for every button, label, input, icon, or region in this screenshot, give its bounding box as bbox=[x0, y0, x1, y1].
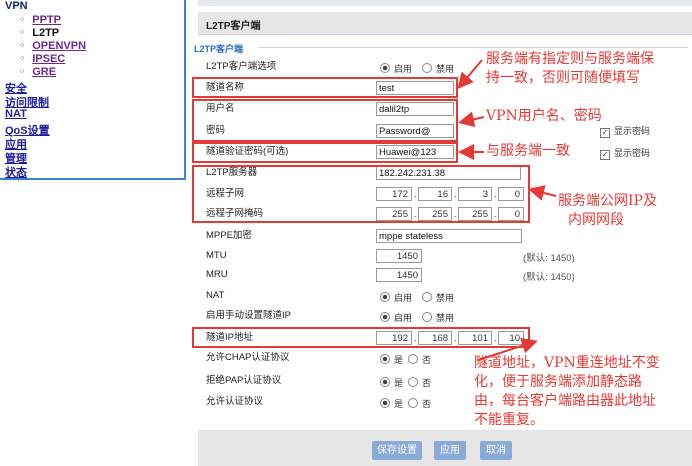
nav-group-status[interactable]: 状态 bbox=[5, 164, 27, 180]
client-disable-text: 禁用 bbox=[436, 64, 455, 74]
client-disable-radio[interactable]: 禁用 bbox=[422, 62, 454, 75]
mtu-input[interactable]: 1450 bbox=[376, 249, 422, 263]
save-button[interactable]: 保存设置 bbox=[372, 441, 422, 460]
note-server-match: 服务端有指定则与服务端保 持一致，否则可随便填写 bbox=[486, 50, 654, 88]
nav-item-pptp[interactable]: PPTP bbox=[20, 13, 86, 26]
highlight-tunnel-name bbox=[192, 77, 458, 98]
nav-group-nat[interactable]: NAT bbox=[5, 108, 27, 120]
auth-yes-radio[interactable]: 是 bbox=[380, 397, 403, 410]
nav-link-l2tp[interactable]: L2TP bbox=[32, 27, 59, 39]
nav-item-openvpn[interactable]: OPENVPN bbox=[20, 39, 86, 52]
show-password-text: 显示密码 bbox=[614, 126, 651, 136]
mtu-label: MTU bbox=[206, 250, 227, 261]
pap-no-text: 否 bbox=[422, 378, 432, 388]
client-enable-radio[interactable]: 启用 bbox=[380, 62, 412, 75]
chap-label: 允许CHAP认证协议 bbox=[206, 352, 290, 363]
note-tunnel-addr: 隧道地址，VPN重连地址不变 化，便于服务端添加静态路 由，每台客户端路由器此地… bbox=[474, 354, 660, 430]
nat-disable-text: 禁用 bbox=[436, 293, 455, 303]
nat-enable-radio[interactable]: 启用 bbox=[380, 291, 412, 304]
manual-ip-disable-radio[interactable]: 禁用 bbox=[422, 311, 454, 324]
note-tunnel-addr-line-4: 不能重复。 bbox=[474, 412, 544, 428]
mtu-default-hint: (默认: 1450) bbox=[523, 253, 575, 264]
auth-yes-text: 是 bbox=[394, 399, 404, 409]
show-tunnel-password-checkbox[interactable]: ✓ 显示密码 bbox=[600, 146, 650, 160]
nav-item-l2tp[interactable]: L2TP bbox=[20, 26, 86, 39]
pap-yes-text: 是 bbox=[394, 378, 404, 388]
show-tunnel-password-text: 显示密码 bbox=[614, 148, 651, 158]
top-bar bbox=[198, 0, 692, 6]
manual-ip-label: 启用手动设置隧道IP bbox=[206, 310, 291, 321]
auth-no-radio[interactable]: 否 bbox=[408, 397, 431, 410]
chap-yes-radio[interactable]: 是 bbox=[380, 353, 403, 366]
section-title: L2TP客户端 bbox=[194, 44, 244, 54]
chap-no-radio[interactable]: 否 bbox=[408, 353, 431, 366]
nav-link-nat[interactable]: NAT bbox=[5, 108, 27, 120]
client-option-label: L2TP客户端选项 bbox=[206, 61, 277, 72]
nav-link-openvpn[interactable]: OPENVPN bbox=[32, 40, 86, 52]
note-server-match-line-1: 服务端有指定则与服务端保 bbox=[486, 51, 654, 67]
auth-no-text: 否 bbox=[422, 399, 432, 409]
vpn-submenu: PPTP L2TP OPENVPN IPSEC GRE bbox=[20, 13, 86, 78]
client-enable-text: 启用 bbox=[394, 64, 413, 74]
highlight-credentials bbox=[192, 99, 458, 142]
pap-yes-radio[interactable]: 是 bbox=[380, 376, 403, 389]
mppe-input[interactable]: mppe stateless bbox=[376, 229, 522, 243]
manual-ip-disable-text: 禁用 bbox=[436, 313, 455, 323]
chap-no-text: 否 bbox=[422, 355, 432, 365]
mru-label: MRU bbox=[206, 269, 228, 280]
cancel-button[interactable]: 取消 bbox=[480, 441, 512, 460]
note-public-ip-line-1: 服务端公网IP及 bbox=[558, 193, 657, 209]
highlight-server-subnet bbox=[192, 165, 530, 223]
note-tunnel-addr-line-3: 由，每台客户端路由器此地址 bbox=[474, 393, 656, 409]
nav-item-gre[interactable]: GRE bbox=[20, 65, 86, 78]
mppe-label: MPPE加密 bbox=[206, 230, 252, 241]
note-match-server: 与服务端一致 bbox=[486, 143, 570, 159]
highlight-tunnel-ip bbox=[192, 327, 530, 348]
chap-yes-text: 是 bbox=[394, 355, 404, 365]
note-tunnel-addr-line-1: 隧道地址，VPN重连地址不变 bbox=[474, 355, 660, 371]
note-server-match-line-2: 持一致，否则可随便填写 bbox=[486, 70, 640, 86]
nav-link-pptp[interactable]: PPTP bbox=[32, 14, 61, 26]
note-vpn-user: VPN用户名、密码 bbox=[486, 108, 602, 124]
nav-vpn-label: VPN bbox=[5, 0, 28, 12]
nat-enable-text: 启用 bbox=[394, 293, 413, 303]
note-public-ip-line-2: 内网网段 bbox=[568, 212, 624, 228]
nav-item-ipsec[interactable]: IPSEC bbox=[20, 52, 86, 65]
section-divider bbox=[258, 47, 688, 48]
manual-ip-enable-text: 启用 bbox=[394, 313, 413, 323]
manual-ip-enable-radio[interactable]: 启用 bbox=[380, 311, 412, 324]
mru-input[interactable]: 1450 bbox=[376, 268, 422, 282]
panel-header: L2TP客户端 bbox=[198, 12, 692, 35]
apply-button[interactable]: 应用 bbox=[434, 441, 466, 460]
highlight-tunnel-auth bbox=[192, 142, 458, 163]
page-title: L2TP客户端 bbox=[206, 21, 261, 32]
pap-no-radio[interactable]: 否 bbox=[408, 376, 431, 389]
note-public-ip: 服务端公网IP及 内网网段 bbox=[558, 192, 657, 230]
nat-label: NAT bbox=[206, 290, 225, 301]
mru-default-hint: (默认: 1450) bbox=[523, 272, 575, 283]
nat-disable-radio[interactable]: 禁用 bbox=[422, 291, 454, 304]
note-tunnel-addr-line-2: 化，便于服务端添加静态路 bbox=[474, 374, 642, 390]
nav-link-gre[interactable]: GRE bbox=[32, 66, 56, 78]
left-nav: VPN PPTP L2TP OPENVPN IPSEC GRE 安全 访问限制 … bbox=[0, 0, 186, 180]
pap-label: 拒绝PAP认证协议 bbox=[206, 375, 282, 386]
nav-link-ipsec[interactable]: IPSEC bbox=[32, 53, 65, 65]
auth-label: 允许认证协议 bbox=[206, 396, 264, 407]
show-password-checkbox[interactable]: ✓ 显示密码 bbox=[600, 124, 650, 138]
nav-link-status[interactable]: 状态 bbox=[5, 167, 27, 179]
